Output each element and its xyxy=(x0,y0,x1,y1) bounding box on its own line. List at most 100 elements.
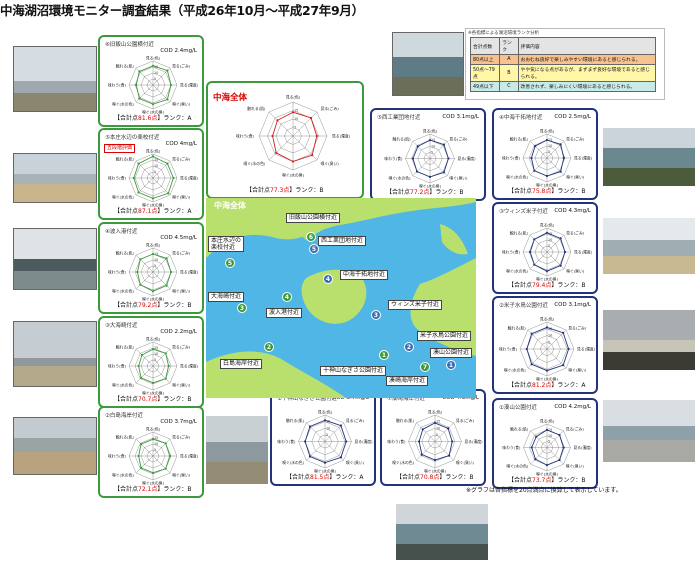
radar-point xyxy=(135,83,138,87)
radar-axis-label: 見る(濁度) xyxy=(332,134,351,139)
radar-point xyxy=(138,97,141,100)
radar-point xyxy=(323,461,327,464)
map-marker[interactable]: 3 xyxy=(237,303,247,313)
radar-point xyxy=(308,455,312,458)
radar-axis-label: 見る(濁度) xyxy=(180,83,199,88)
radar-point xyxy=(166,69,169,72)
radar-axis-label: 触れる(肌) xyxy=(510,230,529,235)
radar-point xyxy=(415,170,419,173)
radar-axis-label: 味わう(食) xyxy=(384,156,403,161)
map-marker[interactable]: 5 xyxy=(225,258,235,268)
site-name: ②米子水鳥公園付近 xyxy=(499,303,548,309)
map-marker[interactable]: 3 xyxy=(371,310,381,320)
radar-axis-label: 味わう(食) xyxy=(502,156,521,161)
radar-axis-label: 触れる(肌) xyxy=(396,418,415,423)
radar-axis-label: 見る(ごみ) xyxy=(568,325,587,330)
radar-axis-label: 見る(濁度) xyxy=(180,270,199,275)
radar-point xyxy=(433,421,437,424)
radar-point xyxy=(311,154,314,157)
radar-point xyxy=(139,283,142,286)
site-name: ①湊山公園付近 xyxy=(499,405,537,411)
score-prefix: 【合計点 xyxy=(508,382,533,389)
map-overall-label: 中海全体 xyxy=(214,201,246,210)
map-marker[interactable]: 7 xyxy=(420,362,430,372)
site-name: ③ウィンズ米子付近 xyxy=(499,209,548,215)
photo-site6 xyxy=(13,46,97,112)
score-points: 75.8点 xyxy=(532,188,552,195)
radar-point xyxy=(151,197,155,200)
rank-prefix: 】ランク： xyxy=(329,474,360,481)
radar-point xyxy=(530,332,533,335)
radar-point xyxy=(534,458,537,461)
radar-tick-label: 10 xyxy=(548,238,552,242)
lake-map: 6 5 4 5 3 4 3 2 1 2 1 7 旧飯山公園横付近 西工業団地付近… xyxy=(206,198,476,398)
site-card: ④中海干拓地付近 COD 2.5mg/L 15 10 5 見る(色) 見る(ごみ) 見る(濁度… xyxy=(492,108,598,200)
radar-point xyxy=(151,348,155,351)
map-label: 湊山公園付近 xyxy=(430,348,473,358)
radar-point xyxy=(315,134,318,138)
rank-row-c: 49点以下 C 改善されず、楽しみにくい環境にあると感じられる。 xyxy=(469,81,657,92)
map-marker[interactable]: 2 xyxy=(264,342,274,352)
radar-point xyxy=(136,270,139,274)
radar-axis-label: 味わう(食) xyxy=(499,347,518,352)
radar-axis-label: 見る(色) xyxy=(540,129,555,134)
radar-point xyxy=(545,138,549,142)
site-radar-chart: 15105見る(色)見る(ごみ)見る(濁度)嗅ぐ(臭い)嗅ぐ(水の臭)嗅ぐ(水の… xyxy=(502,419,592,477)
site-card: ⑦湊崎海岸付近 COD 4.3mg/L 15 10 5 見る(色) 見る(ごみ) 見る(濁度)… xyxy=(380,389,486,486)
map-label: 波入港付近 xyxy=(266,308,303,318)
rank-range: 50点～79点 xyxy=(469,64,501,82)
radar-tick-label: 5 xyxy=(154,358,156,362)
map-label: 大海崎付近 xyxy=(208,292,245,302)
overall-radar-chart: 15 10 5 見る(色) 見る(ごみ) 見る(濁度) 嗅ぐ(臭い) 嗅ぐ(水の臭) 嗅ぐ(水の… xyxy=(236,95,351,178)
site-rank: A xyxy=(187,208,192,215)
radar-point xyxy=(428,175,432,178)
map-marker[interactable]: 1 xyxy=(446,360,456,370)
score-points: 81.5点 xyxy=(310,474,330,481)
radar-axis-label: 嗅ぐ(水の色) xyxy=(112,289,134,294)
radar-tick-label: 15 xyxy=(436,420,440,424)
site-rank: B xyxy=(581,188,586,195)
radar-point xyxy=(165,284,168,287)
radar-axis-label: 嗅ぐ(水の臭) xyxy=(282,173,304,178)
map-marker[interactable]: 1 xyxy=(379,350,389,360)
map-marker[interactable]: 6 xyxy=(306,232,316,242)
radar-point xyxy=(451,440,454,443)
radar-point xyxy=(448,454,451,457)
radar-axis-label: 見る(ごみ) xyxy=(449,137,468,142)
site-radar-chart: 15105見る(色)見る(ごみ)見る(濁度)嗅ぐ(臭い)嗅ぐ(水の臭)嗅ぐ(水の… xyxy=(502,129,593,188)
radar-point xyxy=(530,363,533,366)
score-rank: 】ランク：B xyxy=(289,187,324,194)
photo-site3 xyxy=(13,321,97,387)
radar-axis-label: 触れる(肌) xyxy=(508,325,527,330)
radar-point xyxy=(559,170,562,173)
radar-point xyxy=(530,446,533,449)
radar-point xyxy=(442,171,445,174)
radar-point xyxy=(164,352,167,355)
site-card: ②米子水鳥公園付近 COD 3.1mg/L 15 10 5 見る(色) 見る(ごみ) 見る(濁… xyxy=(492,296,598,394)
map-marker[interactable]: 4 xyxy=(323,274,333,284)
radar-point xyxy=(533,169,536,172)
radar-axis-label: 見る(色) xyxy=(540,419,555,424)
radar-axis-label: 見る(色) xyxy=(423,129,438,134)
radar-axis-label: 見る(色) xyxy=(146,337,161,342)
site-score: 【合計点81.6点】ランク：A xyxy=(114,113,192,122)
site-card: ⑤本庄水辺の楽校付近 COD 4mg/L 五段階評価 15 10 5 見る(色) 見る(ごみ)… xyxy=(98,128,204,220)
rank-legend-title: ※各指標による湖沼環境ランク分析 xyxy=(468,31,540,36)
map-label: 西工業団地付近 xyxy=(318,236,367,246)
radar-axis-label: 見る(濁度) xyxy=(574,156,593,161)
radar-tick-label: 5 xyxy=(294,126,296,130)
radar-axis-label: 見る(色) xyxy=(540,223,555,228)
radar-axis-label: 見る(濁度) xyxy=(577,347,596,352)
radar-tick-label: 10 xyxy=(154,258,158,262)
map-marker[interactable]: 2 xyxy=(404,342,414,352)
site-name: ⑥旧飯山公園横付近 xyxy=(105,42,154,48)
score-prefix: 【合計点 xyxy=(114,302,139,309)
photo-top-harbor xyxy=(392,32,464,96)
radar-point xyxy=(447,427,450,430)
radar-point xyxy=(151,252,155,256)
radar-point xyxy=(447,157,450,160)
radar-tick-label: 5 xyxy=(154,448,156,452)
radar-point xyxy=(534,145,537,148)
map-marker[interactable]: 4 xyxy=(282,292,292,302)
footnote: ※グラフは各指標を20点満点に換算して表示しています。 xyxy=(466,487,622,494)
